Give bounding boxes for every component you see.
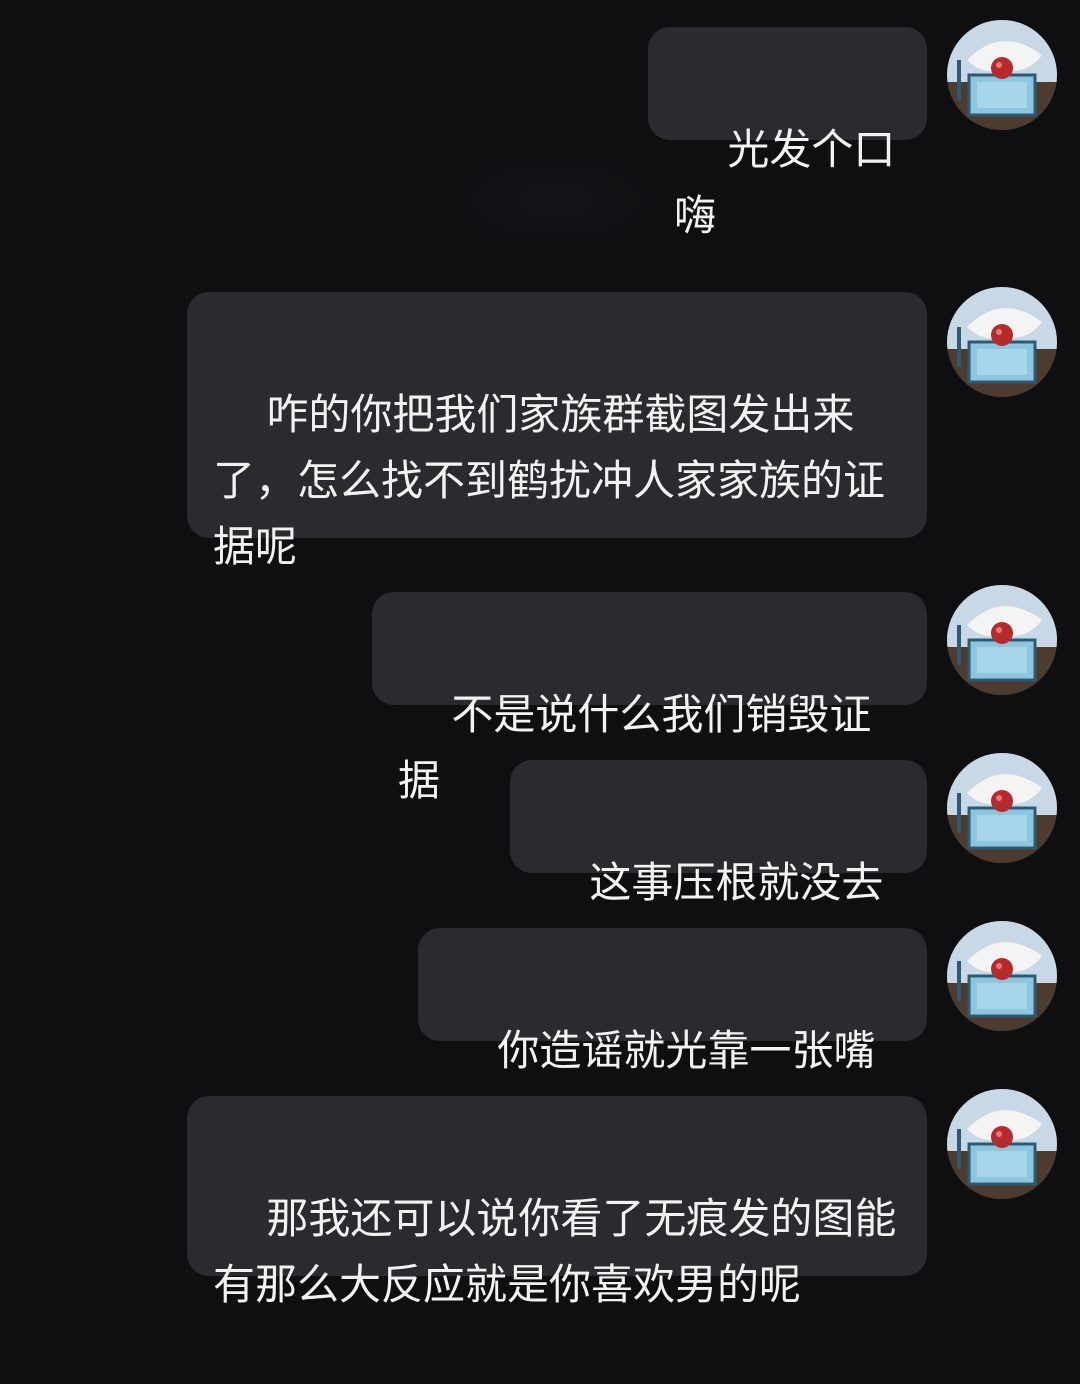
cartoon-character-avatar-icon xyxy=(947,287,1057,397)
avatar[interactable] xyxy=(947,287,1057,397)
cartoon-character-avatar-icon xyxy=(947,753,1057,863)
avatar[interactable] xyxy=(947,921,1057,1031)
cartoon-character-avatar-icon xyxy=(947,1089,1057,1199)
cartoon-character-avatar-icon xyxy=(947,921,1057,1031)
message-text: 咋的你把我们家族群截图发出来了，怎么找不到鹤扰冲人家家族的证据呢 xyxy=(213,390,886,571)
blurred-redaction xyxy=(440,150,670,250)
cartoon-character-avatar-icon xyxy=(947,20,1057,130)
avatar[interactable] xyxy=(947,20,1057,130)
avatar[interactable] xyxy=(947,585,1057,695)
cartoon-character-avatar-icon xyxy=(947,585,1057,695)
message-bubble[interactable]: 那我还可以说你看了无痕发的图能有那么大反应就是你喜欢男的呢 xyxy=(187,1096,927,1309)
message-bubble[interactable]: 不是说什么我们销毁证据 xyxy=(372,592,927,805)
message-bubble[interactable]: 咋的你把我们家族群截图发出来了，怎么找不到鹤扰冲人家家族的证据呢 xyxy=(187,292,927,571)
message-bubble[interactable]: 光发个口嗨 xyxy=(648,27,927,240)
message-bubble[interactable]: 你造谣就光靠一张嘴了 xyxy=(418,928,927,1141)
message-bubble[interactable]: 这事压根就没去干 xyxy=(510,760,927,973)
message-text: 光发个口嗨 xyxy=(674,125,896,240)
message-text: 那我还可以说你看了无痕发的图能有那么大反应就是你喜欢男的呢 xyxy=(213,1194,897,1309)
avatar[interactable] xyxy=(947,753,1057,863)
avatar[interactable] xyxy=(947,1089,1057,1199)
